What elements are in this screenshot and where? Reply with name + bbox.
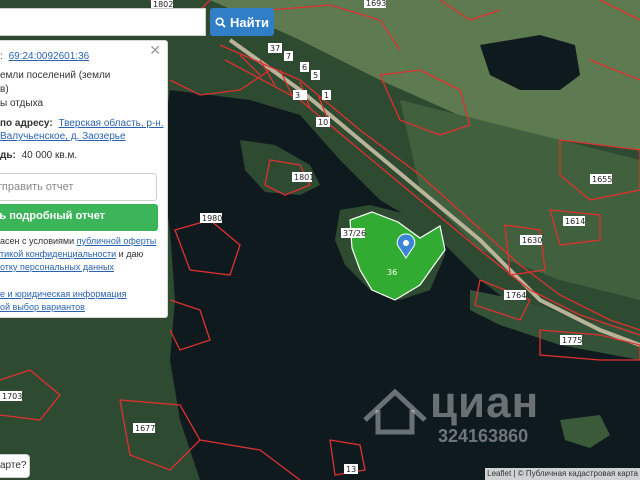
parcel-label-6: 6 bbox=[300, 62, 309, 72]
area-value: 40 000 кв.м. bbox=[21, 150, 78, 161]
parcel-label-36: 36 bbox=[387, 268, 397, 277]
parcel-label-1655: 1655 bbox=[590, 174, 612, 184]
personal-data-link[interactable]: отку персональных данных bbox=[0, 262, 114, 272]
search-icon bbox=[215, 16, 226, 28]
svg-text:7: 7 bbox=[286, 52, 291, 61]
search-input[interactable] bbox=[0, 8, 206, 36]
usage-text: ы отдыха bbox=[0, 98, 44, 109]
close-icon[interactable]: ✕ bbox=[149, 43, 161, 57]
parcel-label-5: 5 bbox=[311, 70, 320, 80]
parcel-info-panel: ✕ : 69:24:0092601:36 емли поселений (зем… bbox=[0, 40, 168, 318]
search-button[interactable]: Найти bbox=[210, 8, 274, 36]
parcel-label-1801: 1801 bbox=[292, 172, 314, 182]
svg-text:13: 13 bbox=[346, 465, 356, 474]
parcel-label-1: 1 bbox=[322, 90, 331, 100]
address-label: по адресу: bbox=[0, 118, 53, 129]
cadastral-label: : bbox=[0, 51, 3, 62]
detailed-report-button[interactable]: ть подробный отчет bbox=[0, 204, 158, 231]
svg-text:37: 37 bbox=[270, 44, 280, 53]
consent-prefix: асен с условиями bbox=[0, 236, 75, 246]
svg-text:1693: 1693 bbox=[366, 0, 386, 8]
address-link-2[interactable]: Валучьенское, д. Заозерье bbox=[0, 131, 126, 142]
parcel-label-1614: 1614 bbox=[563, 216, 585, 226]
report-email-input[interactable]: отправить отчет bbox=[0, 173, 157, 201]
map-question-button[interactable]: арте? bbox=[0, 454, 30, 478]
svg-text:1764: 1764 bbox=[506, 291, 526, 300]
parcel-label-1764: 1764 bbox=[504, 290, 526, 300]
parcel-label-37-26: 37/26 bbox=[341, 228, 366, 238]
watermark-listing-id: 324163860 bbox=[438, 426, 529, 446]
parcel-label-13: 13 bbox=[344, 464, 358, 474]
svg-text:1703: 1703 bbox=[2, 392, 22, 401]
area-label: дь: bbox=[0, 150, 16, 161]
parcel-label-1980: 1980 bbox=[200, 213, 222, 223]
parcel-label-7: 7 bbox=[284, 51, 293, 61]
parcel-label-1693: 1693 bbox=[364, 0, 386, 8]
svg-text:3: 3 bbox=[295, 91, 300, 100]
svg-text:37/26: 37/26 bbox=[343, 229, 366, 238]
parcel-label-1677: 1677 bbox=[133, 423, 155, 433]
search-button-label: Найти bbox=[230, 14, 269, 30]
parcel-label-1703: 1703 bbox=[0, 391, 22, 401]
svg-text:1980: 1980 bbox=[202, 214, 222, 223]
svg-text:1775: 1775 bbox=[562, 336, 582, 345]
svg-text:10: 10 bbox=[318, 118, 328, 127]
svg-text:1655: 1655 bbox=[592, 175, 612, 184]
svg-text:1: 1 bbox=[324, 91, 329, 100]
map-attribution[interactable]: Leaflet | © Публичная кадастровая карта bbox=[485, 468, 640, 480]
cadastral-number-link[interactable]: 69:24:0092601:36 bbox=[9, 51, 90, 62]
parcel-label-10: 10 bbox=[316, 117, 330, 127]
parcel-label-3: 3 bbox=[293, 90, 307, 100]
svg-text:5: 5 bbox=[313, 71, 318, 80]
watermark-brand: циан bbox=[430, 378, 540, 427]
svg-text:36: 36 bbox=[387, 268, 397, 277]
svg-text:1630: 1630 bbox=[522, 236, 542, 245]
parcel-label-37: 37 bbox=[268, 43, 282, 53]
svg-text:1801: 1801 bbox=[294, 173, 314, 182]
consent-mid: и даю bbox=[118, 249, 144, 259]
parcel-label-1630: 1630 bbox=[520, 235, 542, 245]
category-line-1: емли поселений (земли bbox=[0, 70, 111, 81]
address-link-1[interactable]: Тверская область, р-н. bbox=[58, 118, 163, 129]
options-link[interactable]: ой выбор вариантов bbox=[0, 302, 85, 312]
svg-text:1614: 1614 bbox=[565, 217, 585, 226]
legal-info-link[interactable]: е и юридическая информация bbox=[0, 289, 126, 299]
svg-text:1677: 1677 bbox=[135, 424, 155, 433]
parcel-label-1775: 1775 bbox=[560, 335, 582, 345]
category-line-2: в) bbox=[0, 84, 9, 95]
svg-text:6: 6 bbox=[302, 63, 307, 72]
offer-link[interactable]: публичной оферты bbox=[77, 236, 157, 246]
privacy-policy-link[interactable]: тикой конфиденциальности bbox=[0, 249, 116, 259]
